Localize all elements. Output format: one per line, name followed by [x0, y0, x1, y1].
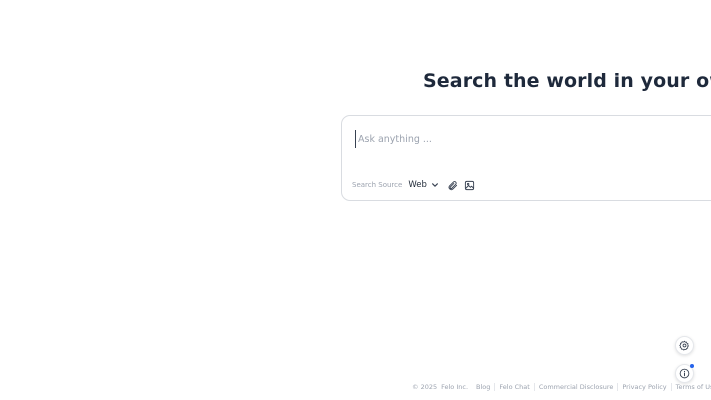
chevron-down-icon [431, 183, 438, 187]
search-source-label: Search Source [352, 181, 403, 189]
page: Search the world in your own languag Sea… [0, 0, 711, 400]
footer-link-privacy-policy[interactable]: Privacy Policy [617, 382, 670, 391]
upload-image-button[interactable] [463, 178, 477, 192]
search-card: Search Source Web [341, 115, 711, 201]
notification-dot [690, 364, 694, 368]
footer-link-commercial-disclosure[interactable]: Commercial Disclosure [533, 382, 618, 391]
search-input[interactable] [355, 130, 698, 148]
settings-button[interactable] [675, 336, 694, 355]
search-source-select[interactable]: Web [408, 180, 439, 190]
attach-file-button[interactable] [446, 178, 460, 192]
footer-link-blog[interactable]: Blog [476, 383, 494, 391]
page-headline: Search the world in your own languag [423, 70, 711, 92]
search-source-value: Web [408, 180, 427, 190]
footer-link-felo-chat[interactable]: Felo Chat [494, 382, 533, 391]
footer-link-terms-of-use[interactable]: Terms of Use [670, 382, 711, 391]
footer-company: Felo Inc. [441, 382, 469, 391]
image-icon [465, 180, 475, 190]
search-source-row: Search Source Web [352, 178, 480, 192]
settings-icon [679, 340, 689, 351]
info-icon [679, 368, 690, 379]
footer-copyright: © 2025 [412, 382, 438, 391]
footer: © 2025 Felo Inc. Blog Felo Chat Commerci… [412, 381, 711, 392]
paperclip-icon [449, 180, 458, 190]
